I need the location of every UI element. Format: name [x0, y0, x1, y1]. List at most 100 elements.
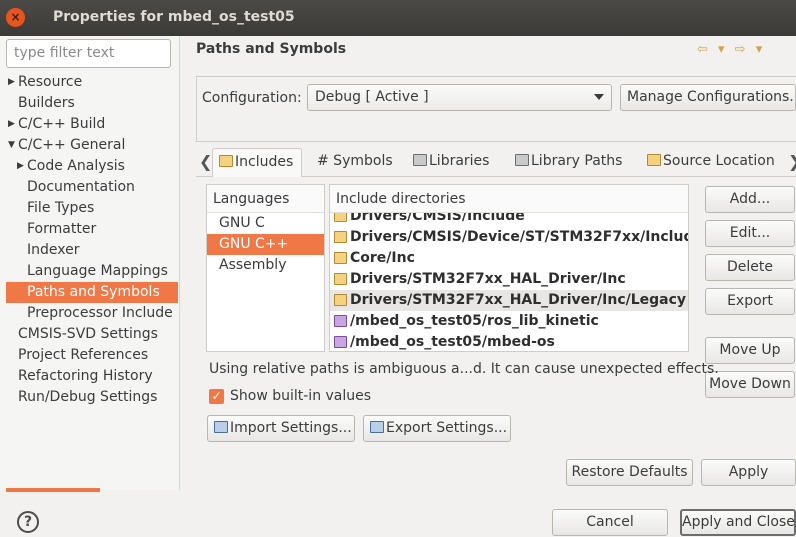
tab-scroll-right[interactable]: ❯: [788, 148, 796, 177]
edit-button[interactable]: Edit...: [705, 220, 795, 247]
include-folder-icon: [219, 155, 233, 167]
include-directories-items: Drivers/CMSIS/Include Drivers/CMSIS/Devic…: [330, 206, 688, 351]
settings-tabs: ❮ Includes # Symbols Libraries Library P…: [196, 148, 796, 177]
import-icon: [214, 421, 228, 433]
project-include-icon: [334, 315, 347, 327]
include-folder-icon: [334, 273, 347, 285]
apply-button[interactable]: Apply: [701, 459, 796, 486]
tree-item[interactable]: ▶ Code Analysis: [0, 156, 180, 177]
tree-item[interactable]: Builders: [0, 93, 180, 114]
library-icon: [413, 154, 427, 166]
tree-item[interactable]: Project References: [0, 345, 180, 366]
tree-item-label: Refactoring History: [18, 368, 153, 384]
page-navigation-arrows[interactable]: ⇦ ▾ ⇨ ▾: [697, 42, 796, 60]
tree-item[interactable]: Documentation: [0, 177, 180, 198]
language-item[interactable]: GNU C: [207, 213, 324, 234]
collapsed-arrow-icon[interactable]: ▶: [8, 72, 15, 93]
close-window-button[interactable]: ×: [6, 8, 25, 27]
language-item[interactable]: GNU C++: [207, 234, 324, 255]
move-up-button[interactable]: Move Up: [705, 337, 795, 364]
show-builtin-label: Show built-in values: [230, 388, 372, 404]
tree-item[interactable]: Preprocessor Include: [0, 303, 180, 324]
import-settings-button[interactable]: Import Settings...: [207, 415, 355, 442]
tree-item[interactable]: ▶ Resource: [0, 72, 180, 93]
tree-item-label: Preprocessor Include: [27, 305, 173, 321]
tree-item[interactable]: Refactoring History: [0, 366, 180, 387]
show-builtin-checkbox[interactable]: ✓: [209, 389, 224, 404]
collapsed-arrow-icon[interactable]: ▶: [17, 156, 24, 177]
delete-button[interactable]: Delete: [705, 254, 795, 281]
languages-items: GNU C GNU C++ Assembly: [207, 213, 324, 276]
collapsed-arrow-icon[interactable]: ▶: [8, 114, 15, 135]
include-directory-item[interactable]: Drivers/STM32F7xx_HAL_Driver/Inc/Legacy: [330, 290, 688, 311]
tree-item-label: Paths and Symbols: [27, 284, 160, 300]
export-settings-button[interactable]: Export Settings...: [363, 415, 511, 442]
tree-item-label: Code Analysis: [27, 158, 125, 174]
language-item[interactable]: Assembly: [207, 255, 324, 276]
languages-list: Languages GNU C GNU C++ Assembly: [206, 184, 325, 352]
window-title: Properties for mbed_os_test05: [53, 9, 295, 25]
tree-item-label: Documentation: [27, 179, 135, 195]
include-directory-path: Drivers/STM32F7xx_HAL_Driver/Inc: [350, 271, 626, 287]
export-settings-label: Export Settings...: [386, 420, 508, 436]
tree-item-label: C/C++ General: [18, 137, 126, 153]
tree-item[interactable]: File Types: [0, 198, 180, 219]
include-folder-icon: [334, 294, 347, 306]
tree-item[interactable]: ▼ C/C++ General: [0, 135, 180, 156]
include-directory-item[interactable]: /mbed_os_test05/mbed-os: [330, 332, 688, 351]
include-directories-header: Include directories: [330, 185, 688, 213]
tree-horizontal-scrollbar[interactable]: [6, 488, 100, 492]
configuration-label: Configuration:: [202, 90, 302, 106]
tab-includes-label: Includes: [235, 154, 294, 170]
tree-item[interactable]: Formatter: [0, 219, 180, 240]
tree-item-label: Resource: [18, 74, 83, 90]
configuration-select[interactable]: Debug [ Active ]: [307, 84, 612, 111]
library-path-icon: [515, 154, 529, 166]
tab-library-paths[interactable]: Library Paths: [515, 148, 622, 177]
tree-item-label: Builders: [18, 95, 75, 111]
include-directory-item[interactable]: Drivers/STM32F7xx_HAL_Driver/Inc: [330, 269, 688, 290]
tab-symbols[interactable]: # Symbols: [317, 148, 393, 177]
restore-defaults-button[interactable]: Restore Defaults: [566, 459, 693, 486]
include-directory-path: /mbed_os_test05/ros_lib_kinetic: [350, 313, 599, 329]
include-directory-path: /mbed_os_test05/mbed-os: [350, 334, 555, 350]
include-directories-list: Drivers/CMSIS/Include Drivers/CMSIS/Devic…: [329, 184, 689, 352]
include-directory-item[interactable]: Drivers/CMSIS/Device/ST/STM32F7xx/Includ…: [330, 227, 688, 248]
include-directory-item[interactable]: /mbed_os_test05/ros_lib_kinetic: [330, 311, 688, 332]
tree-item[interactable]: Indexer: [0, 240, 180, 261]
filter-input[interactable]: type filter text: [6, 39, 171, 68]
languages-header: Languages: [207, 185, 324, 213]
expanded-arrow-icon[interactable]: ▼: [8, 135, 15, 156]
manage-configurations-button[interactable]: Manage Configurations...: [620, 84, 796, 111]
chevron-down-icon: [594, 94, 604, 100]
tab-source-location-label: Source Location: [663, 153, 775, 169]
tree-item[interactable]: CMSIS-SVD Settings: [0, 324, 180, 345]
apply-and-close-button[interactable]: Apply and Close: [680, 509, 796, 536]
add-button[interactable]: Add...: [705, 186, 795, 213]
export-button[interactable]: Export: [705, 288, 795, 315]
tree-item[interactable]: Language Mappings: [0, 261, 180, 282]
tree-item-label: Indexer: [27, 242, 80, 258]
tree-item[interactable]: Paths and Symbols: [6, 282, 178, 303]
include-folder-icon: [334, 231, 347, 243]
tab-libraries[interactable]: Libraries: [413, 148, 489, 177]
tree-item-label: File Types: [27, 200, 95, 216]
tab-scroll-left[interactable]: ❮: [199, 148, 212, 177]
relative-paths-warning: Using relative paths is ambiguous a...d.…: [209, 361, 719, 377]
tab-source-location[interactable]: Source Location: [647, 148, 775, 177]
cancel-button[interactable]: Cancel: [552, 509, 668, 536]
help-button[interactable]: ?: [17, 511, 39, 533]
tree-item[interactable]: ▶ C/C++ Build: [0, 114, 180, 135]
tree-item-label: Language Mappings: [27, 263, 168, 279]
property-page-tree-pane: type filter text ▶ Resource Builders ▶ C/C++…: [0, 36, 180, 492]
tab-includes[interactable]: Includes: [212, 148, 302, 177]
tree-item-label: Project References: [18, 347, 149, 363]
include-directory-path: Drivers/CMSIS/Device/ST/STM32F7xx/Includ…: [350, 229, 689, 245]
configuration-value: Debug [ Active ]: [315, 89, 429, 105]
source-folder-icon: [647, 154, 661, 166]
include-directory-item[interactable]: Core/Inc: [330, 248, 688, 269]
tree-item[interactable]: Run/Debug Settings: [0, 387, 180, 408]
export-icon: [370, 421, 384, 433]
project-include-icon: [334, 336, 347, 348]
include-folder-icon: [334, 252, 347, 264]
